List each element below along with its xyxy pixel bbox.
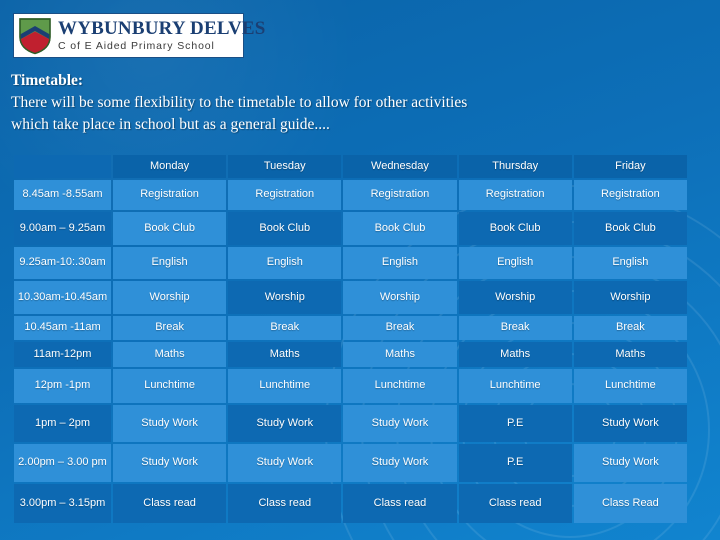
time-slot-cell: 3.00pm – 3.15pm <box>14 484 111 523</box>
lesson-cell: Maths <box>573 342 687 367</box>
timetable-corner-cell <box>14 155 111 178</box>
lesson-cell: English <box>228 247 342 279</box>
timetable-header-row: Monday Tuesday Wednesday Thursday Friday <box>14 155 687 178</box>
lesson-cell: Maths <box>113 342 227 367</box>
timetable-row: 11am-12pm Maths Maths Maths Maths Maths <box>14 342 687 367</box>
lesson-cell: English <box>573 247 687 279</box>
lesson-cell: Book Club <box>343 212 457 245</box>
lesson-cell: Study Work <box>573 444 687 482</box>
lesson-cell: English <box>343 247 457 279</box>
lesson-cell: Study Work <box>573 405 687 442</box>
logo-subtitle: C of E Aided Primary School <box>58 40 215 53</box>
lesson-cell: Worship <box>113 281 227 314</box>
lesson-cell: Study Work <box>228 405 342 442</box>
timetable-row: 8.45am -8.55am Registration Registration Re… <box>14 180 687 210</box>
lesson-cell: Worship <box>343 281 457 314</box>
lesson-cell: Maths <box>343 342 457 367</box>
time-slot-cell: 1pm – 2pm <box>14 405 111 442</box>
lesson-cell: Registration <box>343 180 457 210</box>
lesson-cell: Study Work <box>343 405 457 442</box>
lesson-cell: Lunchtime <box>573 369 687 403</box>
lesson-cell: Class read <box>343 484 457 523</box>
lesson-cell: Break <box>343 316 457 340</box>
lesson-cell: Maths <box>228 342 342 367</box>
lesson-cell: Registration <box>573 180 687 210</box>
lesson-cell: Class read <box>113 484 227 523</box>
lesson-cell: Break <box>458 316 572 340</box>
time-slot-cell: 10.45am -11am <box>14 316 111 340</box>
timetable-row: 10.30am-10.45am Worship Worship Worship Wors… <box>14 281 687 314</box>
logo-wordmark: WYBUNBURY DELVES <box>58 18 266 40</box>
lesson-cell: Lunchtime <box>458 369 572 403</box>
lesson-cell: Class read <box>228 484 342 523</box>
lesson-cell: Book Club <box>458 212 572 245</box>
lesson-cell: Registration <box>458 180 572 210</box>
lesson-cell: English <box>113 247 227 279</box>
lesson-cell: Worship <box>228 281 342 314</box>
time-slot-cell: 2.00pm – 3.00 pm <box>14 444 111 482</box>
timetable-row: 3.00pm – 3.15pm Class read Class read Class… <box>14 484 687 523</box>
timetable-row: 9.25am-10:.30am English English English Engl… <box>14 247 687 279</box>
lesson-cell: Lunchtime <box>113 369 227 403</box>
slide-canvas: WYBUNBURY DELVES C of E Aided Primary Sc… <box>0 0 720 540</box>
column-header-tuesday: Tuesday <box>228 155 342 178</box>
timetable-row: 1pm – 2pm Study Work Study Work Study Work P… <box>14 405 687 442</box>
lesson-cell: Maths <box>458 342 572 367</box>
lesson-cell: Worship <box>573 281 687 314</box>
timetable-row: 12pm -1pm Lunchtime Lunchtime Lunchtime Lunc… <box>14 369 687 403</box>
lesson-cell: Lunchtime <box>343 369 457 403</box>
lesson-cell: Break <box>113 316 227 340</box>
time-slot-cell: 11am-12pm <box>14 342 111 367</box>
timetable-row: 9.00am – 9.25am Book Club Book Club Book Cl… <box>14 212 687 245</box>
timetable-body: 8.45am -8.55am Registration Registration Re… <box>14 180 687 523</box>
timetable: Monday Tuesday Wednesday Thursday Friday… <box>12 153 689 525</box>
school-shield-crest-icon <box>18 17 52 55</box>
lesson-cell: P.E <box>458 405 572 442</box>
lesson-cell: Study Work <box>113 444 227 482</box>
time-slot-cell: 8.45am -8.55am <box>14 180 111 210</box>
column-header-monday: Monday <box>113 155 227 178</box>
school-logo: WYBUNBURY DELVES C of E Aided Primary Sc… <box>13 13 265 58</box>
lesson-cell: Worship <box>458 281 572 314</box>
lesson-cell: Book Club <box>573 212 687 245</box>
intro-text-block: Timetable: There will be some flexibilit… <box>11 70 711 136</box>
lesson-cell: Registration <box>228 180 342 210</box>
time-slot-cell: 12pm -1pm <box>14 369 111 403</box>
intro-line-2: which take place in school but as a gene… <box>11 116 330 133</box>
lesson-cell: Book Club <box>228 212 342 245</box>
lesson-cell: Break <box>573 316 687 340</box>
lesson-cell: Class Read <box>573 484 687 523</box>
timetable-row: 2.00pm – 3.00 pm Study Work Study Work Stud… <box>14 444 687 482</box>
column-header-thursday: Thursday <box>458 155 572 178</box>
lesson-cell: Study Work <box>113 405 227 442</box>
time-slot-cell: 9.25am-10:.30am <box>14 247 111 279</box>
lesson-cell: Class read <box>458 484 572 523</box>
lesson-cell: Registration <box>113 180 227 210</box>
lesson-cell: English <box>458 247 572 279</box>
lesson-cell: Lunchtime <box>228 369 342 403</box>
intro-line-1: There will be some flexibility to the ti… <box>11 94 468 111</box>
column-header-friday: Friday <box>573 155 687 178</box>
lesson-cell: P.E <box>458 444 572 482</box>
column-header-wednesday: Wednesday <box>343 155 457 178</box>
time-slot-cell: 10.30am-10.45am <box>14 281 111 314</box>
lesson-cell: Study Work <box>228 444 342 482</box>
lesson-cell: Break <box>228 316 342 340</box>
page-title: Timetable: <box>11 72 84 89</box>
lesson-cell: Study Work <box>343 444 457 482</box>
lesson-cell: Book Club <box>113 212 227 245</box>
time-slot-cell: 9.00am – 9.25am <box>14 212 111 245</box>
timetable-row: 10.45am -11am Break Break Break Break Break <box>14 316 687 340</box>
